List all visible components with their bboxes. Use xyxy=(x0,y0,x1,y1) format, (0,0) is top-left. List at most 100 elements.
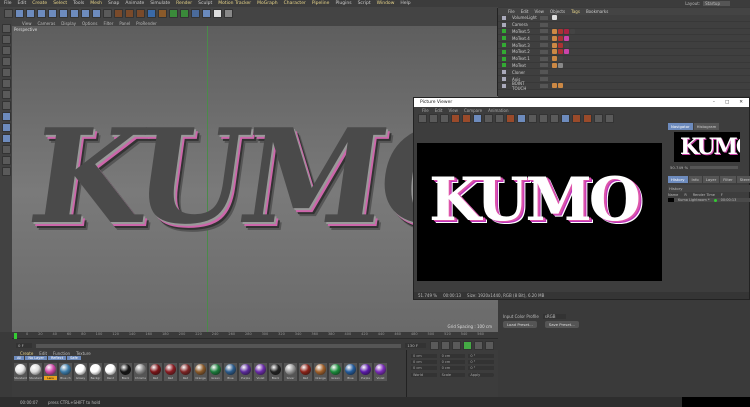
material-swatch[interactable]: Blue xyxy=(224,363,237,381)
apply-button[interactable]: Apply xyxy=(468,373,495,377)
coord-field[interactable]: 0 cm xyxy=(411,366,437,370)
toolbar-button[interactable] xyxy=(70,9,79,18)
object-row[interactable]: MoText xyxy=(498,62,750,70)
visibility-toggle[interactable] xyxy=(540,29,548,34)
toolbar-button[interactable] xyxy=(48,9,57,18)
material-swatch[interactable]: Purple xyxy=(359,363,372,381)
menu-tools[interactable]: Tools xyxy=(73,1,84,6)
pv-tool-button[interactable] xyxy=(605,113,614,123)
tab-layer[interactable]: Layer xyxy=(702,176,720,183)
om-menu-tags[interactable]: Tags xyxy=(571,9,580,14)
pv-menu-file[interactable]: File xyxy=(422,108,429,113)
material-swatch[interactable]: Blue ch xyxy=(59,363,72,381)
object-row[interactable]: MoText.2 xyxy=(498,49,750,56)
mm-menu-edit[interactable]: Edit xyxy=(39,351,47,356)
material-swatch[interactable]: Violet xyxy=(254,363,267,381)
menu-script[interactable]: Script xyxy=(358,1,371,6)
pv-tool-button[interactable] xyxy=(462,113,471,123)
material-swatch[interactable]: Black xyxy=(119,363,132,381)
toolbar-button[interactable] xyxy=(202,9,211,18)
material-swatch[interactable]: Purple xyxy=(239,363,252,381)
column-header[interactable]: R xyxy=(684,193,686,197)
start-frame[interactable]: 0 F xyxy=(16,343,32,348)
tag-icon[interactable] xyxy=(558,83,563,89)
tag-icon[interactable] xyxy=(552,62,557,68)
navigator-thumbnail[interactable]: KUMO xyxy=(674,132,740,162)
visibility-toggle[interactable] xyxy=(540,43,548,48)
tag-icon[interactable] xyxy=(564,42,569,48)
layout-dropdown[interactable]: Startup xyxy=(703,1,730,6)
tag-icon[interactable] xyxy=(570,28,575,34)
viewport-menu-prorender[interactable]: ProRender xyxy=(136,21,157,26)
column-header[interactable]: Render Time xyxy=(693,193,715,197)
tool-button[interactable] xyxy=(1,134,11,143)
tool-button[interactable] xyxy=(1,145,11,154)
object-row[interactable]: MoText.4 xyxy=(498,35,750,43)
menu-simulate[interactable]: Simulate xyxy=(150,1,170,6)
object-row[interactable]: Camera xyxy=(498,22,750,29)
tag-icon[interactable] xyxy=(558,28,563,34)
material-filter[interactable]: No Layer xyxy=(25,356,47,360)
pv-menu-view[interactable]: View xyxy=(448,108,458,113)
menu-motion-tracker[interactable]: Motion Tracker xyxy=(218,1,251,6)
viewport-menu-view[interactable]: View xyxy=(22,21,32,26)
visibility-toggle[interactable] xyxy=(540,56,548,61)
pv-tool-button[interactable] xyxy=(528,113,537,123)
playhead[interactable] xyxy=(14,333,17,339)
pv-tool-button[interactable] xyxy=(572,113,581,123)
menu-character[interactable]: Character xyxy=(284,1,306,6)
menu-window[interactable]: Window xyxy=(377,1,395,6)
material-swatch[interactable]: Black xyxy=(269,363,282,381)
tag-icon[interactable] xyxy=(552,42,557,48)
coord-mode-dropdown[interactable]: World xyxy=(411,373,437,377)
tool-button[interactable] xyxy=(1,35,11,44)
toolbar-button[interactable] xyxy=(224,9,233,18)
tool-button[interactable] xyxy=(1,123,11,132)
pv-tool-button[interactable] xyxy=(517,113,526,123)
material-swatch[interactable]: Lens xyxy=(44,363,57,381)
tag-icon[interactable] xyxy=(552,15,557,21)
object-row[interactable]: BOINT TOUCH xyxy=(498,81,750,91)
om-menu-objects[interactable]: Objects xyxy=(550,9,565,14)
tool-button[interactable] xyxy=(1,68,11,77)
toolbar-button[interactable] xyxy=(125,9,134,18)
visibility-toggle[interactable] xyxy=(540,77,548,82)
pv-tool-button[interactable] xyxy=(473,113,482,123)
tool-button[interactable] xyxy=(1,57,11,66)
om-menu-bookmarks[interactable]: Bookmarks xyxy=(586,9,608,14)
visibility-toggle[interactable] xyxy=(540,63,548,68)
tool-button[interactable] xyxy=(1,79,11,88)
menu-help[interactable]: Help xyxy=(400,1,410,6)
toolbar-button[interactable] xyxy=(15,9,24,18)
viewport-menu-display[interactable]: Display xyxy=(61,21,76,26)
tool-button[interactable] xyxy=(1,101,11,110)
object-row[interactable]: MoText.5 xyxy=(498,28,750,36)
menu-snap[interactable]: Snap xyxy=(108,1,119,6)
end-frame[interactable]: 130 F xyxy=(405,343,426,348)
material-swatch[interactable]: Red xyxy=(149,363,162,381)
toolbar-button[interactable] xyxy=(114,9,123,18)
tool-button[interactable] xyxy=(1,46,11,55)
mm-menu-function[interactable]: Function xyxy=(53,351,70,356)
tab-filter[interactable]: Filter xyxy=(720,176,736,183)
material-swatch[interactable]: Glossy xyxy=(74,363,87,381)
toolbar-button[interactable] xyxy=(103,9,112,18)
object-row[interactable]: VolumeLight xyxy=(498,15,750,22)
column-header[interactable]: F xyxy=(721,193,723,197)
pv-tool-button[interactable] xyxy=(495,113,504,123)
material-filter[interactable]: Safe xyxy=(67,356,81,360)
pv-menu-animation[interactable]: Animation xyxy=(488,108,508,113)
object-row[interactable]: Cloner xyxy=(498,69,750,77)
tab-histogram[interactable]: Histogram xyxy=(693,123,720,130)
tag-icon[interactable] xyxy=(552,83,557,89)
visibility-toggle[interactable] xyxy=(540,83,548,88)
toolbar-button[interactable] xyxy=(81,9,90,18)
material-swatch[interactable]: Blue xyxy=(344,363,357,381)
material-swatch[interactable]: Red xyxy=(299,363,312,381)
material-swatch[interactable]: Silver xyxy=(284,363,297,381)
tag-icon[interactable] xyxy=(564,49,569,55)
tag-icon[interactable] xyxy=(558,49,563,55)
menu-select[interactable]: Select xyxy=(53,1,67,6)
load-preset-button[interactable]: Load Preset... xyxy=(503,321,537,328)
visibility-toggle[interactable] xyxy=(540,49,548,54)
